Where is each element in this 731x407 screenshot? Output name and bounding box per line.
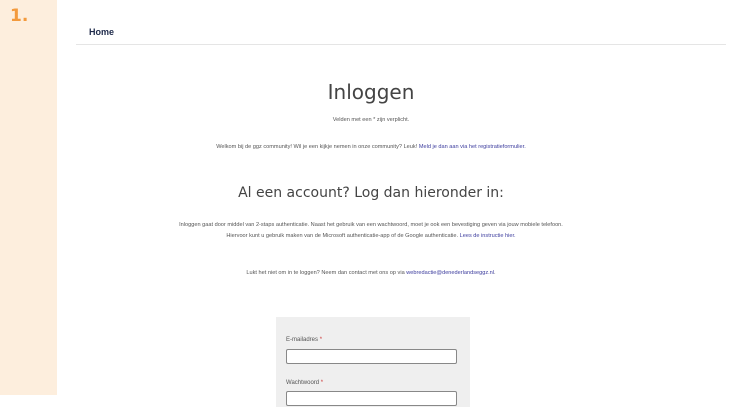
email-field[interactable]	[286, 349, 457, 364]
password-field[interactable]	[286, 391, 457, 406]
breadcrumb-home-link[interactable]: Home	[89, 27, 114, 37]
email-label-text: E-mailadres	[286, 337, 319, 343]
email-required-mark: *	[319, 337, 323, 343]
login-subtitle: Al een account? Log dan hieronder in:	[238, 185, 504, 201]
page-title: Inloggen	[327, 80, 415, 104]
password-label-text: Wachtwoord	[286, 380, 320, 386]
contact-text-suffix: .	[494, 270, 496, 276]
two-factor-info: Inloggen gaat door middel van 2-staps au…	[178, 220, 564, 241]
breadcrumb: Home	[76, 24, 726, 45]
instructions-link[interactable]: Lees de instructie hier.	[460, 233, 516, 239]
contact-text: Lukt het niet om in te loggen? Neem dan …	[170, 270, 572, 276]
register-link[interactable]: Meld je dan aan via het registratieformu…	[419, 144, 526, 150]
step-number: 1.	[10, 6, 29, 26]
contact-text-body: Lukt het niet om in te loggen? Neem dan …	[246, 270, 407, 276]
welcome-text-body: Welkom bij de ggz community! Wil je een …	[216, 144, 419, 150]
step-strip: 1.	[0, 0, 57, 395]
required-fields-note: Velden met een * zijn verplicht.	[332, 117, 410, 123]
password-required-mark: *	[320, 380, 324, 386]
login-form: E-mailadres * Wachtwoord *	[276, 317, 470, 407]
password-label: Wachtwoord *	[286, 380, 323, 386]
welcome-text: Welkom bij de ggz community! Wil je een …	[170, 142, 572, 153]
contact-email-link[interactable]: webredactie@denederlandseggz.nl	[406, 270, 494, 276]
email-label: E-mailadres *	[286, 337, 322, 343]
